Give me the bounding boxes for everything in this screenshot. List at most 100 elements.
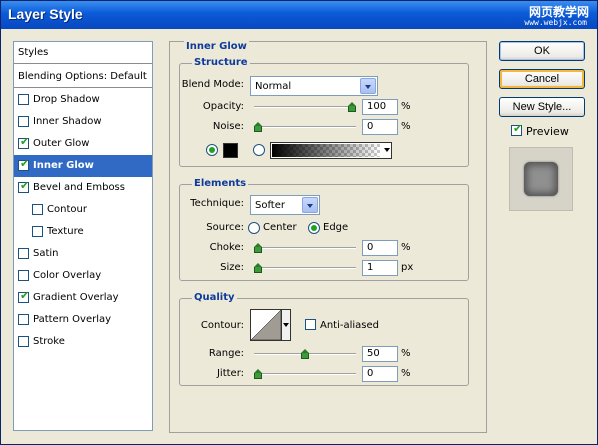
choke-unit: % (401, 242, 411, 253)
glow-color-swatch[interactable] (223, 143, 238, 158)
blending-options-label: Blending Options: Default (18, 71, 147, 82)
style-item[interactable]: Color Overlay (14, 265, 152, 287)
inner-glow-panel: Inner Glow Structure Blend Mode: Normal … (169, 41, 487, 433)
preview-checkbox[interactable]: ✔ (511, 122, 523, 136)
blend-mode-label: Blend Mode: (181, 79, 244, 90)
style-item[interactable]: Stroke (14, 331, 152, 353)
new-style-button[interactable]: New Style... (499, 97, 585, 117)
window-title: Layer Style (8, 6, 83, 22)
source-label: Source: (206, 222, 244, 233)
size-slider-thumb[interactable] (254, 263, 262, 273)
gradient-dropdown-icon[interactable] (384, 148, 390, 152)
contour-label: Contour: (200, 320, 244, 331)
watermark-url: www.webjx.com (524, 18, 587, 27)
gradient-picker[interactable] (270, 142, 392, 159)
size-input[interactable]: 1 (362, 260, 398, 276)
noise-slider-track[interactable] (254, 126, 356, 128)
style-item-label: Pattern Overlay (33, 314, 112, 325)
blend-mode-value: Normal (255, 81, 292, 92)
anti-aliased-label: Anti-aliased (320, 320, 380, 331)
check-icon: ✔ (20, 135, 30, 148)
style-item-label: Satin (33, 248, 59, 259)
style-checkbox[interactable]: ✔ (18, 290, 29, 303)
style-item[interactable]: Satin (14, 243, 152, 265)
technique-select[interactable]: Softer (250, 195, 320, 215)
anti-aliased-checkbox[interactable] (305, 319, 316, 330)
chevron-down-icon[interactable] (302, 197, 318, 213)
style-checkbox[interactable] (18, 116, 29, 127)
style-item-label: Color Overlay (33, 270, 102, 281)
size-label: Size: (220, 262, 244, 273)
elements-title: Elements (192, 178, 249, 189)
opacity-input[interactable]: 100 (362, 99, 398, 115)
size-slider-track[interactable] (254, 267, 356, 269)
title-bar[interactable]: Layer Style 网页教学网 www.webjx.com (1, 1, 597, 29)
choke-label: Choke: (209, 242, 244, 253)
style-item[interactable]: Texture (14, 221, 152, 243)
style-checkbox[interactable] (32, 226, 43, 237)
style-checkbox[interactable]: ✔ (18, 135, 30, 149)
check-icon: ✔ (20, 157, 30, 170)
range-input[interactable]: 50 (362, 346, 398, 362)
style-checkbox[interactable] (18, 270, 29, 281)
jitter-slider-thumb[interactable] (254, 369, 262, 379)
noise-input[interactable]: 0 (362, 119, 398, 135)
style-checkbox[interactable] (18, 314, 29, 325)
technique-label: Technique: (190, 198, 244, 209)
choke-slider-thumb[interactable] (254, 243, 262, 253)
style-checkbox[interactable] (18, 336, 29, 347)
contour-picker[interactable] (250, 309, 282, 341)
style-item[interactable]: Pattern Overlay (14, 309, 152, 331)
style-checkbox[interactable]: ✔ (18, 179, 30, 193)
blending-options-item[interactable]: Blending Options: Default (14, 66, 152, 88)
jitter-slider-track[interactable] (254, 373, 356, 375)
solid-color-radio[interactable] (206, 144, 218, 156)
cancel-button[interactable]: Cancel (499, 69, 585, 89)
chevron-down-icon[interactable] (360, 78, 376, 94)
style-item-label: Inner Glow (33, 160, 94, 171)
check-icon: ✔ (513, 122, 523, 135)
range-slider-thumb[interactable] (301, 349, 309, 359)
style-checkbox[interactable] (18, 248, 29, 259)
style-preview (509, 147, 573, 211)
range-unit: % (401, 348, 411, 359)
style-item[interactable]: Inner Shadow (14, 111, 152, 133)
blend-mode-select[interactable]: Normal (250, 76, 378, 96)
style-checkbox[interactable] (18, 94, 29, 105)
contour-dropdown[interactable] (282, 309, 291, 341)
styles-header[interactable]: Styles (14, 42, 152, 64)
style-item[interactable]: ✔ Bevel and Emboss (14, 177, 152, 199)
style-item[interactable]: ✔ Gradient Overlay (14, 287, 152, 309)
choke-input[interactable]: 0 (362, 240, 398, 256)
elements-group: Elements Technique: Softer Source: Cente… (179, 178, 469, 281)
style-item[interactable]: ✔ Inner Glow (14, 155, 152, 177)
check-icon: ✔ (20, 179, 30, 192)
styles-header-label: Styles (18, 47, 49, 58)
style-item[interactable]: Drop Shadow (14, 89, 152, 111)
chevron-down-icon[interactable] (283, 323, 289, 327)
noise-slider-thumb[interactable] (254, 122, 262, 132)
structure-group: Structure Blend Mode: Normal Opacity: 10… (179, 57, 469, 167)
opacity-slider-track[interactable] (254, 106, 356, 108)
choke-slider-track[interactable] (254, 247, 356, 249)
preview-label: Preview (526, 125, 569, 138)
opacity-slider-thumb[interactable] (348, 102, 356, 112)
layer-style-dialog: Layer Style 网页教学网 www.webjx.com Styles B… (0, 0, 598, 445)
source-edge-radio[interactable] (308, 222, 320, 234)
style-item-label: Inner Shadow (33, 116, 102, 127)
style-item[interactable]: Contour (14, 199, 152, 221)
quality-group: Quality Contour: Anti-aliased Range: 50 … (179, 292, 469, 386)
technique-value: Softer (255, 200, 285, 211)
size-unit: px (401, 262, 414, 273)
gradient-radio[interactable] (253, 144, 265, 156)
style-checkbox[interactable]: ✔ (18, 157, 30, 171)
jitter-input[interactable]: 0 (362, 366, 398, 382)
styles-list: Styles Blending Options: Default Drop Sh… (13, 41, 153, 431)
style-item[interactable]: ✔ Outer Glow (14, 133, 152, 155)
style-checkbox[interactable] (32, 204, 43, 215)
style-item-label: Bevel and Emboss (33, 182, 125, 193)
source-center-label: Center (263, 222, 297, 233)
source-center-radio[interactable] (248, 222, 260, 234)
ok-button[interactable]: OK (499, 41, 585, 61)
preview-swatch (524, 162, 558, 196)
